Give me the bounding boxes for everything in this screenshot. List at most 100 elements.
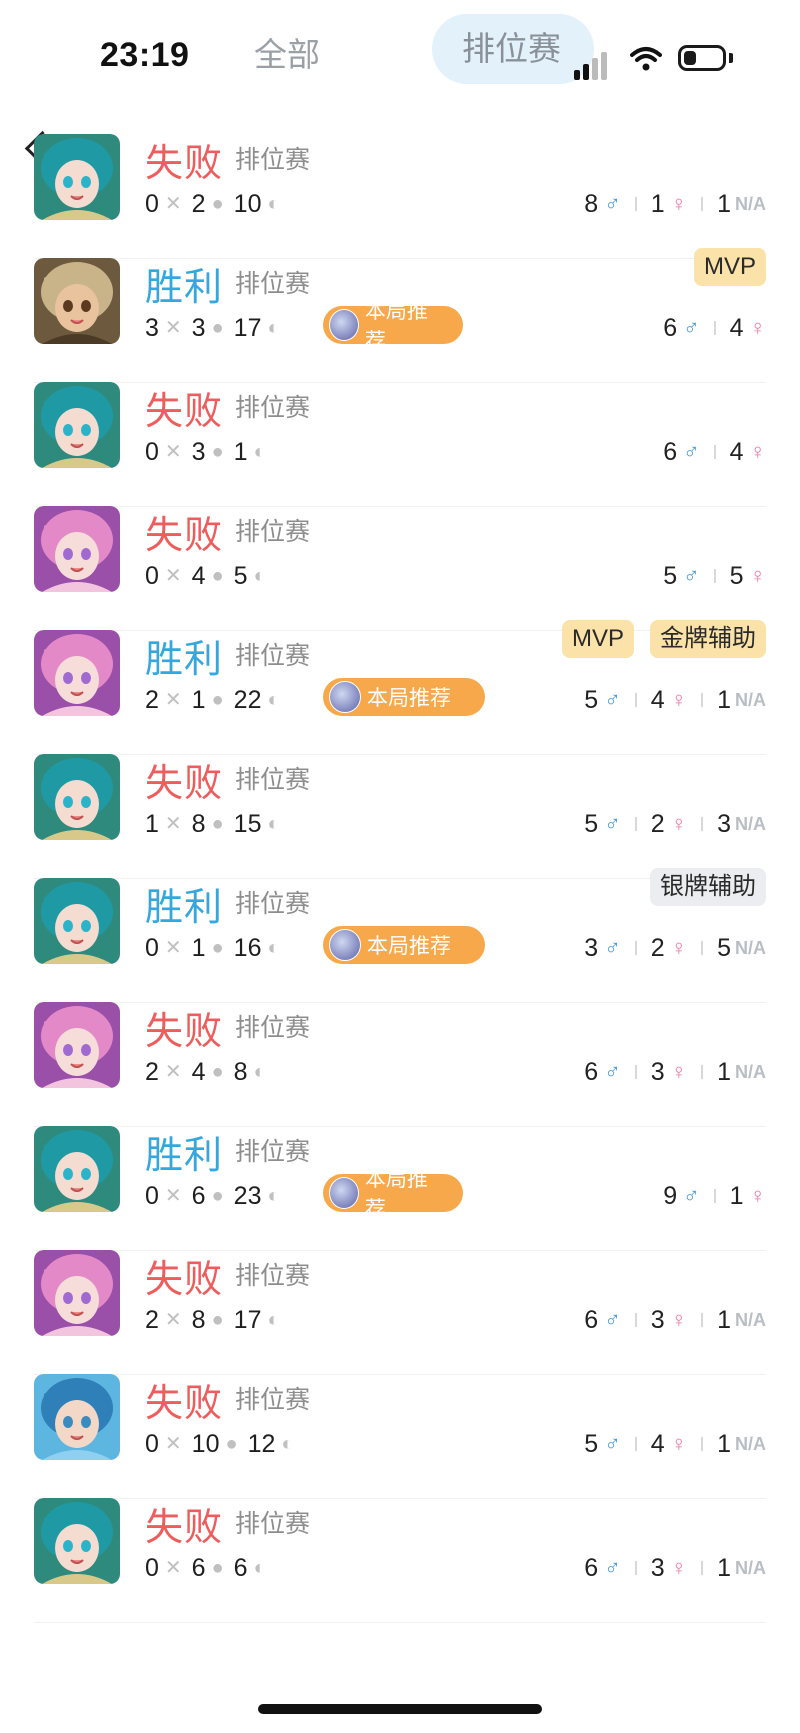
recommend-badge[interactable]: 本局推荐 [323, 678, 485, 716]
male-icon: ♂ [604, 687, 621, 712]
skull-icon: ● [211, 565, 224, 587]
assists: 5 [233, 561, 248, 590]
match-mode: 排位赛 [235, 1262, 311, 1290]
header: 23:19 全部 排位赛 [0, 0, 800, 110]
na-label: N/A [735, 813, 766, 834]
divider [701, 941, 704, 955]
hand-icon: ◐ [267, 317, 280, 339]
honor-badge: 金牌辅助 [650, 620, 766, 658]
female-icon: ♀ [670, 1307, 688, 1332]
match-row[interactable]: 胜利 排位赛 0 ✕ 6 ● 23 ◐ 本局推荐 9 ♂ 1 ♀ [0, 1114, 800, 1251]
female-count: 1 ♀ [730, 1182, 766, 1211]
gender-stats: 9 ♂ 1 ♀ [663, 1180, 766, 1212]
na-label: N/A [735, 1557, 766, 1578]
skull-icon: ● [211, 1309, 224, 1331]
male-count: 5 ♂ [584, 810, 620, 839]
match-row[interactable]: 失败 排位赛 0 ✕ 2 ● 10 ◐ 8 ♂ 1 ♀ 1 N/A [0, 122, 800, 259]
skull-icon: ● [211, 317, 224, 339]
match-mode: 排位赛 [235, 1138, 311, 1166]
match-row[interactable]: 失败 排位赛 1 ✕ 8 ● 15 ◐ 5 ♂ 2 ♀ 3 N/A [0, 742, 800, 879]
kills: 2 [145, 1057, 159, 1086]
assists: 6 [233, 1553, 248, 1582]
female-count-value: 3 [650, 1553, 665, 1582]
divider [713, 445, 716, 459]
divider [634, 1561, 637, 1575]
match-row[interactable]: 胜利 排位赛 2 ✕ 1 ● 22 ◐ 本局推荐 MVP 金牌辅助 5 ♂ 4 ♀ 1… [0, 618, 800, 755]
male-count: 5 ♂ [663, 562, 699, 591]
home-indicator [258, 1704, 542, 1714]
recommend-badge[interactable]: 本局推荐 [323, 926, 485, 964]
divider [634, 817, 637, 831]
male-count-value: 5 [584, 1429, 599, 1458]
na-count: 1 N/A [717, 1306, 766, 1335]
recommend-label: 本局推荐 [367, 687, 451, 710]
female-count-value: 2 [650, 809, 665, 838]
hand-icon: ◐ [253, 1557, 266, 1579]
female-icon: ♀ [670, 811, 688, 836]
na-label: N/A [735, 1433, 766, 1454]
match-row[interactable]: 失败 排位赛 2 ✕ 8 ● 17 ◐ 6 ♂ 3 ♀ 1 N/A [0, 1238, 800, 1375]
recommend-avatar-icon [329, 929, 361, 961]
divider [713, 321, 716, 335]
divider [701, 817, 704, 831]
na-count: 1 N/A [717, 1058, 766, 1087]
match-row[interactable]: 胜利 排位赛 0 ✕ 1 ● 16 ◐ 本局推荐 银牌辅助 3 ♂ 2 ♀ 5 N/A [0, 866, 800, 1003]
female-count-value: 1 [729, 1181, 744, 1210]
recommend-label: 本局推荐 [364, 1168, 428, 1221]
match-result: 失败 [145, 1383, 224, 1425]
na-count-value: 1 [717, 1305, 731, 1334]
tab-ranked[interactable]: 排位赛 [432, 14, 594, 84]
male-count-value: 5 [584, 685, 599, 714]
recommend-badge[interactable]: 本局推荐 [323, 1168, 463, 1221]
female-icon: ♀ [670, 687, 688, 712]
divider [634, 693, 637, 707]
match-row[interactable]: 失败 排位赛 0 ✕ 6 ● 6 ◐ 6 ♂ 3 ♀ 1 N/A [0, 1486, 800, 1623]
female-icon: ♀ [749, 1183, 767, 1208]
male-count-value: 5 [584, 809, 599, 838]
match-mode: 排位赛 [235, 518, 311, 546]
recommend-badge[interactable]: 本局推荐 [323, 300, 463, 353]
swords-icon: ✕ [164, 937, 182, 959]
match-row[interactable]: 胜利 排位赛 3 ✕ 3 ● 17 ◐ 本局推荐 MVP 6 ♂ 4 ♀ [0, 246, 800, 383]
skull-icon: ● [211, 193, 224, 215]
recommend-avatar-icon [329, 681, 361, 713]
hero-avatar [34, 506, 120, 592]
divider [701, 1437, 704, 1451]
recommend-avatar-icon [329, 1177, 359, 1209]
skull-icon: ● [211, 689, 224, 711]
male-icon: ♂ [604, 1555, 621, 1580]
male-count-value: 6 [584, 1305, 599, 1334]
hero-avatar [34, 1002, 120, 1088]
male-icon: ♂ [604, 935, 621, 960]
match-row[interactable]: 失败 排位赛 2 ✕ 4 ● 8 ◐ 6 ♂ 3 ♀ 1 N/A [0, 990, 800, 1127]
status-time: 23:19 [100, 36, 190, 74]
na-count-value: 1 [717, 685, 731, 714]
deaths: 6 [191, 1181, 206, 1210]
tab-all[interactable]: 全部 [254, 28, 320, 76]
female-icon: ♀ [749, 563, 767, 588]
deaths: 3 [191, 437, 206, 466]
match-result: 失败 [145, 143, 224, 185]
match-row[interactable]: 失败 排位赛 0 ✕ 10 ● 12 ◐ 5 ♂ 4 ♀ 1 N/A [0, 1362, 800, 1499]
badge-group: 银牌辅助 [634, 868, 766, 906]
match-row[interactable]: 失败 排位赛 0 ✕ 3 ● 1 ◐ 6 ♂ 4 ♀ [0, 370, 800, 507]
swords-icon: ✕ [164, 813, 182, 835]
male-count: 5 ♂ [584, 686, 620, 715]
assists: 8 [233, 1057, 248, 1086]
male-icon: ♂ [604, 1059, 621, 1084]
match-result: 胜利 [145, 1135, 224, 1177]
gender-stats: 3 ♂ 2 ♀ 5 N/A [584, 932, 766, 964]
male-count-value: 6 [584, 1057, 599, 1086]
hero-avatar [34, 134, 120, 220]
deaths: 4 [191, 1057, 206, 1086]
match-result: 失败 [145, 1011, 224, 1053]
male-count-value: 6 [584, 1553, 599, 1582]
kills: 2 [145, 685, 159, 714]
male-count: 8 ♂ [584, 190, 620, 219]
female-icon: ♀ [670, 935, 688, 960]
male-count: 6 ♂ [663, 438, 699, 467]
na-label: N/A [735, 937, 766, 958]
gender-stats: 6 ♂ 4 ♀ [663, 436, 766, 468]
match-row[interactable]: 失败 排位赛 0 ✕ 4 ● 5 ◐ 5 ♂ 5 ♀ [0, 494, 800, 631]
recommend-avatar-icon [329, 309, 359, 341]
